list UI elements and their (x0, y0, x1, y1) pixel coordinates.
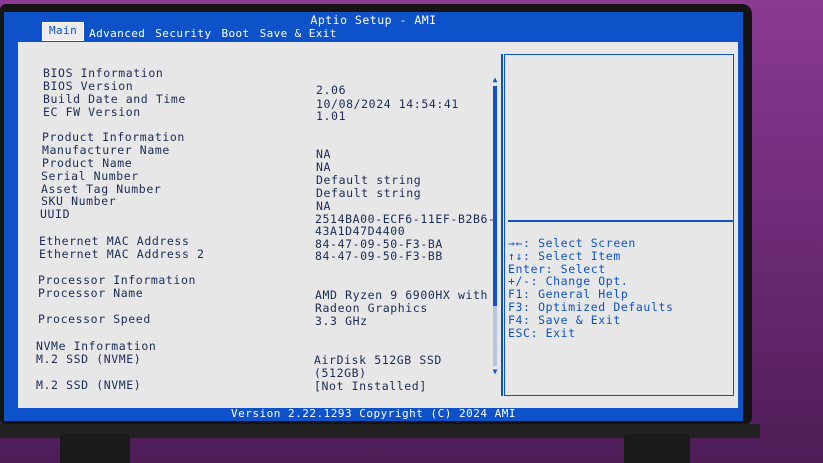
label-m2-ssd-2: M.2 SSD (NVME) (36, 378, 142, 392)
help-optimized-defaults: F3: Optimized Defaults (508, 299, 674, 314)
tab-main[interactable]: Main (42, 22, 85, 41)
scroll-down-arrow-icon[interactable]: ▼ (491, 368, 499, 376)
description-frame (504, 54, 734, 396)
value-ec-fw-version: 1.01 (316, 109, 347, 123)
tab-security[interactable]: Security (150, 27, 216, 41)
scroll-thumb[interactable] (493, 86, 497, 306)
help-select-item: ↑↓: Select Item (508, 248, 621, 263)
value-ethernet-mac-2: 84-47-09-50-F3-BB (315, 249, 443, 263)
pane-divider (501, 54, 503, 396)
key-help: →←: Select Screen ↑↓: Select Item Enter:… (508, 237, 734, 339)
info-list: BIOS Information BIOS Version 2.06 Build… (18, 42, 497, 408)
help-select-screen: →←: Select Screen (508, 236, 636, 250)
value-processor-speed: 3.3 GHz (315, 314, 368, 328)
tab-bar: Main Advanced Security Boot Save & Exit (42, 22, 342, 41)
help-save-exit: F4: Save & Exit (508, 312, 621, 327)
bios-screen: Aptio Setup - AMI Main Advanced Security… (4, 12, 743, 421)
label-ethernet-mac-2: Ethernet MAC Address 2 (39, 247, 205, 261)
laptop-hinge-right (624, 434, 690, 463)
scroll-up-arrow-icon[interactable]: ▲ (491, 76, 499, 84)
value-asset-tag-number: Default string (316, 186, 422, 200)
value-bios-version: 2.06 (316, 83, 347, 97)
main-panel: BIOS Information BIOS Version 2.06 Build… (18, 42, 738, 408)
scrollbar[interactable]: ▲ ▼ (491, 76, 499, 376)
tab-advanced[interactable]: Advanced (84, 27, 150, 41)
help-divider (508, 220, 734, 222)
tab-boot[interactable]: Boot (216, 27, 254, 41)
version-footer: Version 2.22.1293 Copyright (C) 2024 AMI (231, 407, 516, 420)
label-m2-ssd-1: M.2 SSD (NVME) (36, 352, 142, 366)
label-uuid: UUID (40, 207, 71, 221)
laptop-hinge-left (60, 434, 130, 463)
help-esc-exit: ESC: Exit (508, 325, 576, 340)
tab-save-exit[interactable]: Save & Exit (255, 27, 342, 41)
label-ec-fw-version: EC FW Version (43, 105, 141, 119)
label-processor-speed: Processor Speed (38, 312, 151, 326)
label-processor-name: Processor Name (38, 286, 144, 300)
value-m2-ssd-2: [Not Installed] (314, 379, 427, 393)
